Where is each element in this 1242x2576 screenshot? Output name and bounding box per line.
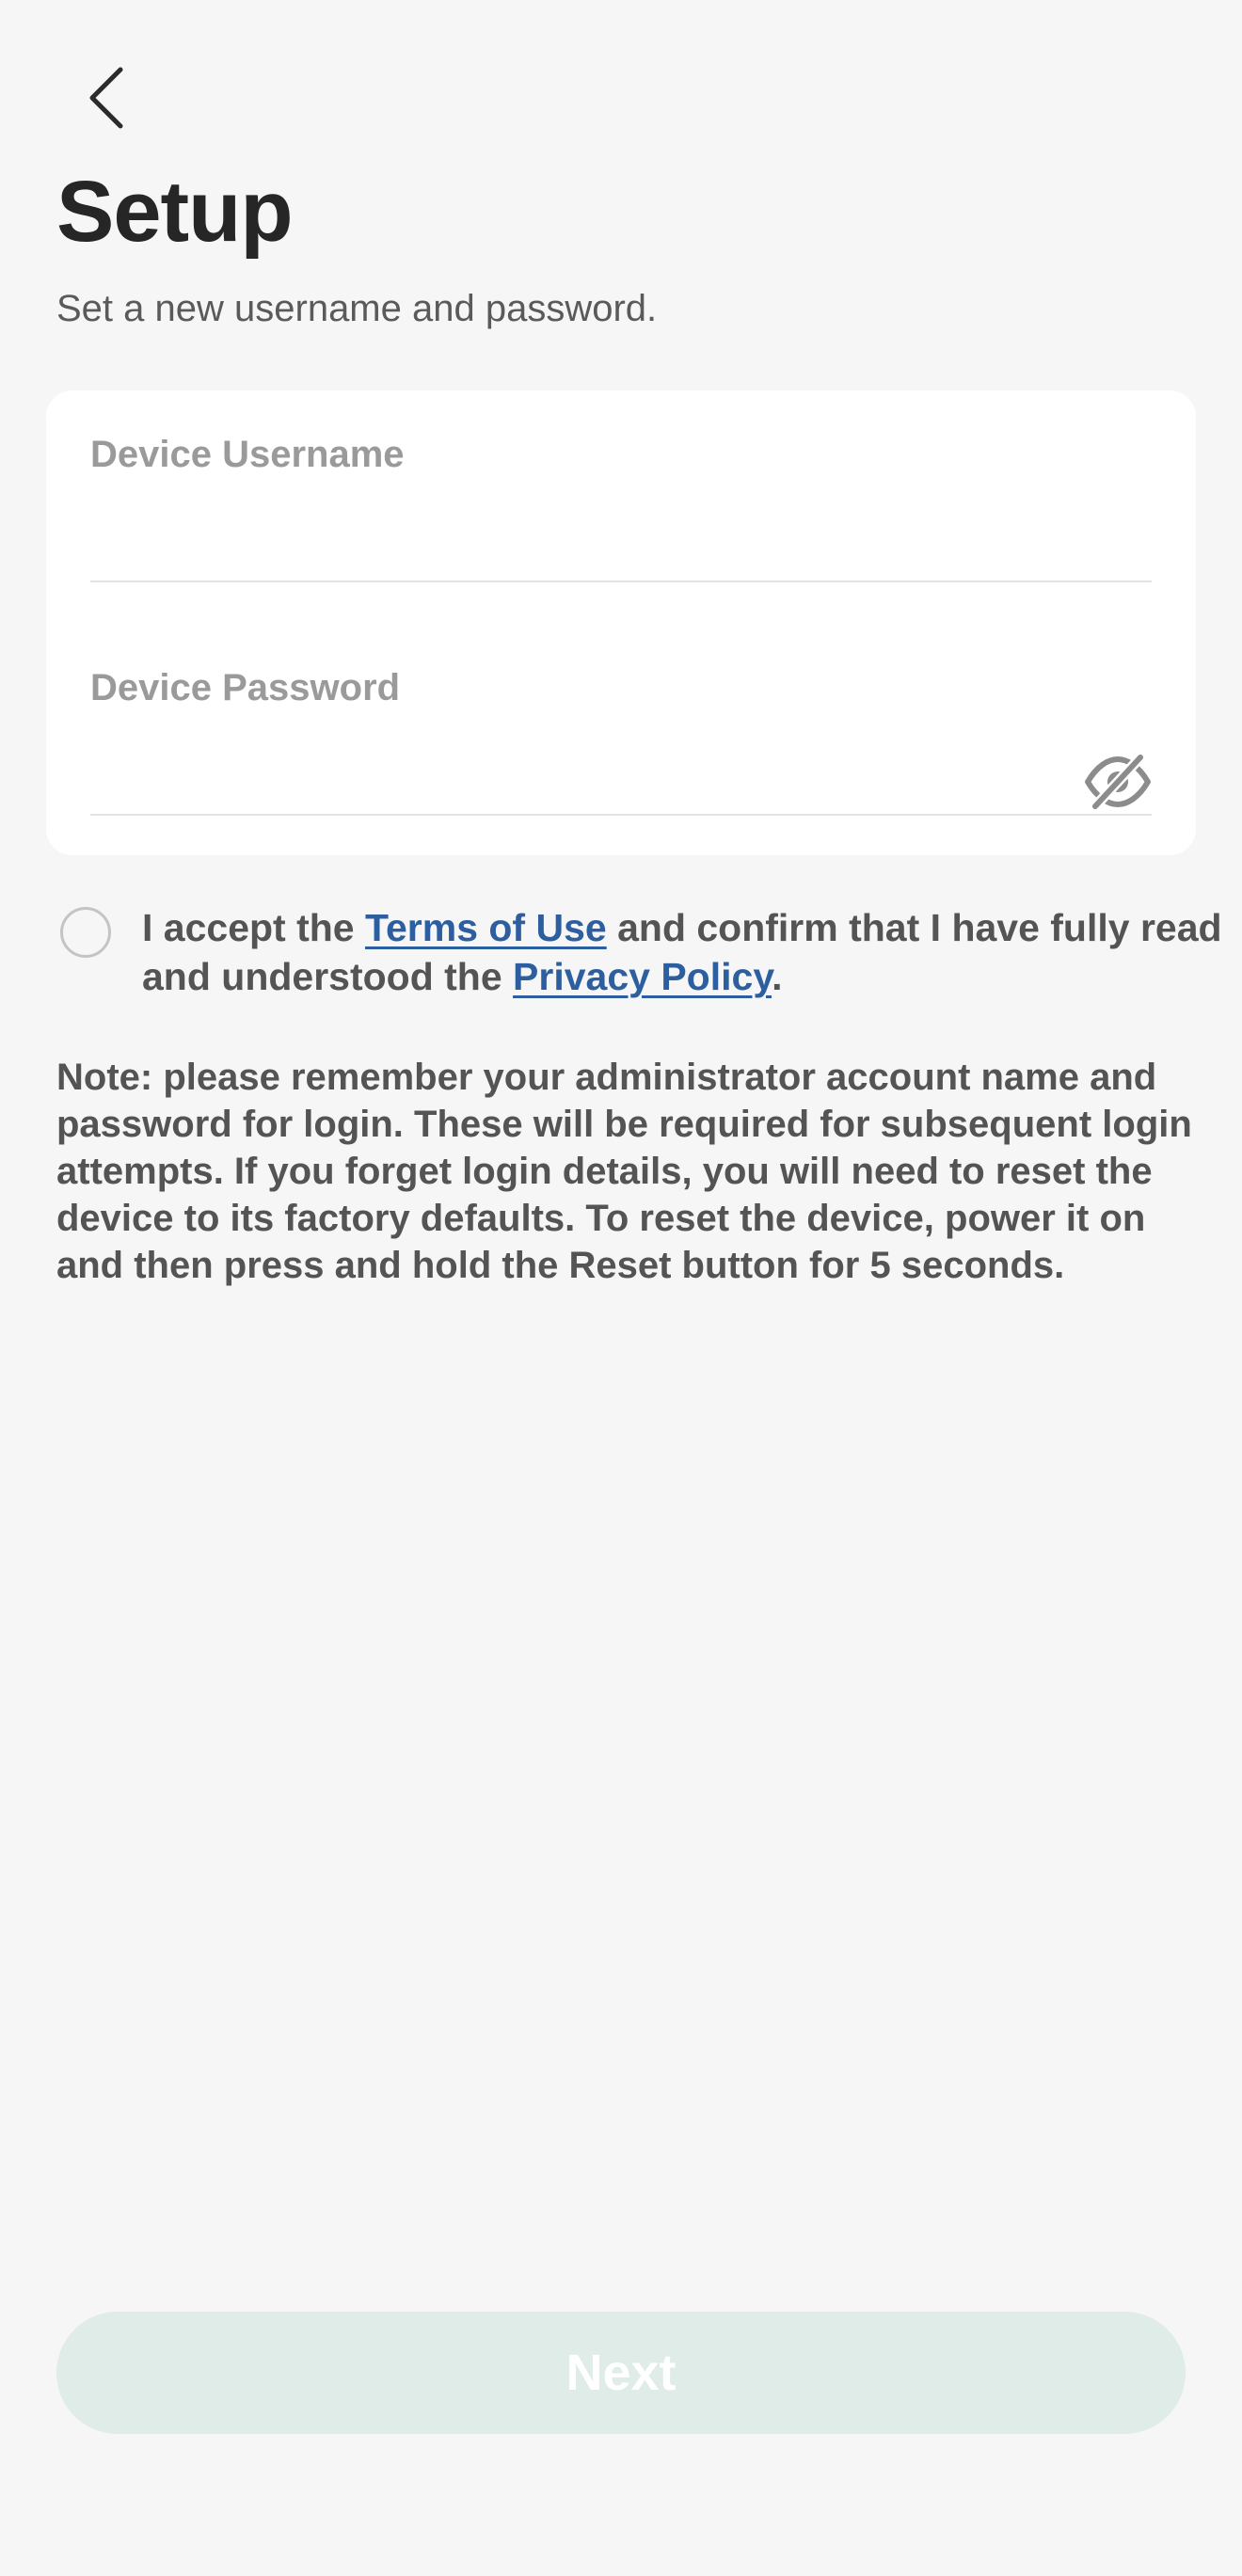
username-field: Device Username (90, 426, 1152, 582)
password-input[interactable] (90, 727, 1069, 793)
consent-text-after: . (772, 955, 783, 998)
terms-of-use-link[interactable]: Terms of Use (365, 906, 607, 949)
eye-off-icon (1085, 752, 1151, 812)
password-label: Device Password (90, 667, 401, 708)
next-button[interactable]: Next (56, 2312, 1186, 2434)
chevron-left-icon (89, 67, 123, 129)
terms-consent-text: I accept the Terms of Use and confirm th… (142, 903, 1242, 1001)
username-input[interactable] (90, 494, 1069, 560)
terms-consent-row: I accept the Terms of Use and confirm th… (60, 903, 1222, 1016)
username-label: Device Username (90, 434, 405, 475)
password-field: Device Password (90, 660, 1152, 816)
terms-checkbox[interactable] (60, 907, 111, 958)
page-title: Setup (56, 164, 294, 260)
back-button[interactable] (73, 58, 139, 134)
username-underline (90, 580, 1152, 582)
page-subtitle: Set a new username and password. (56, 288, 658, 329)
credentials-card: Device Username Device Password (46, 390, 1196, 855)
admin-note: Note: please remember your administrator… (56, 1057, 1192, 1286)
consent-text-before: I accept the (142, 906, 365, 949)
password-visibility-toggle[interactable] (1084, 752, 1152, 812)
password-underline (90, 814, 1152, 816)
privacy-policy-link[interactable]: Privacy Policy (513, 955, 772, 998)
